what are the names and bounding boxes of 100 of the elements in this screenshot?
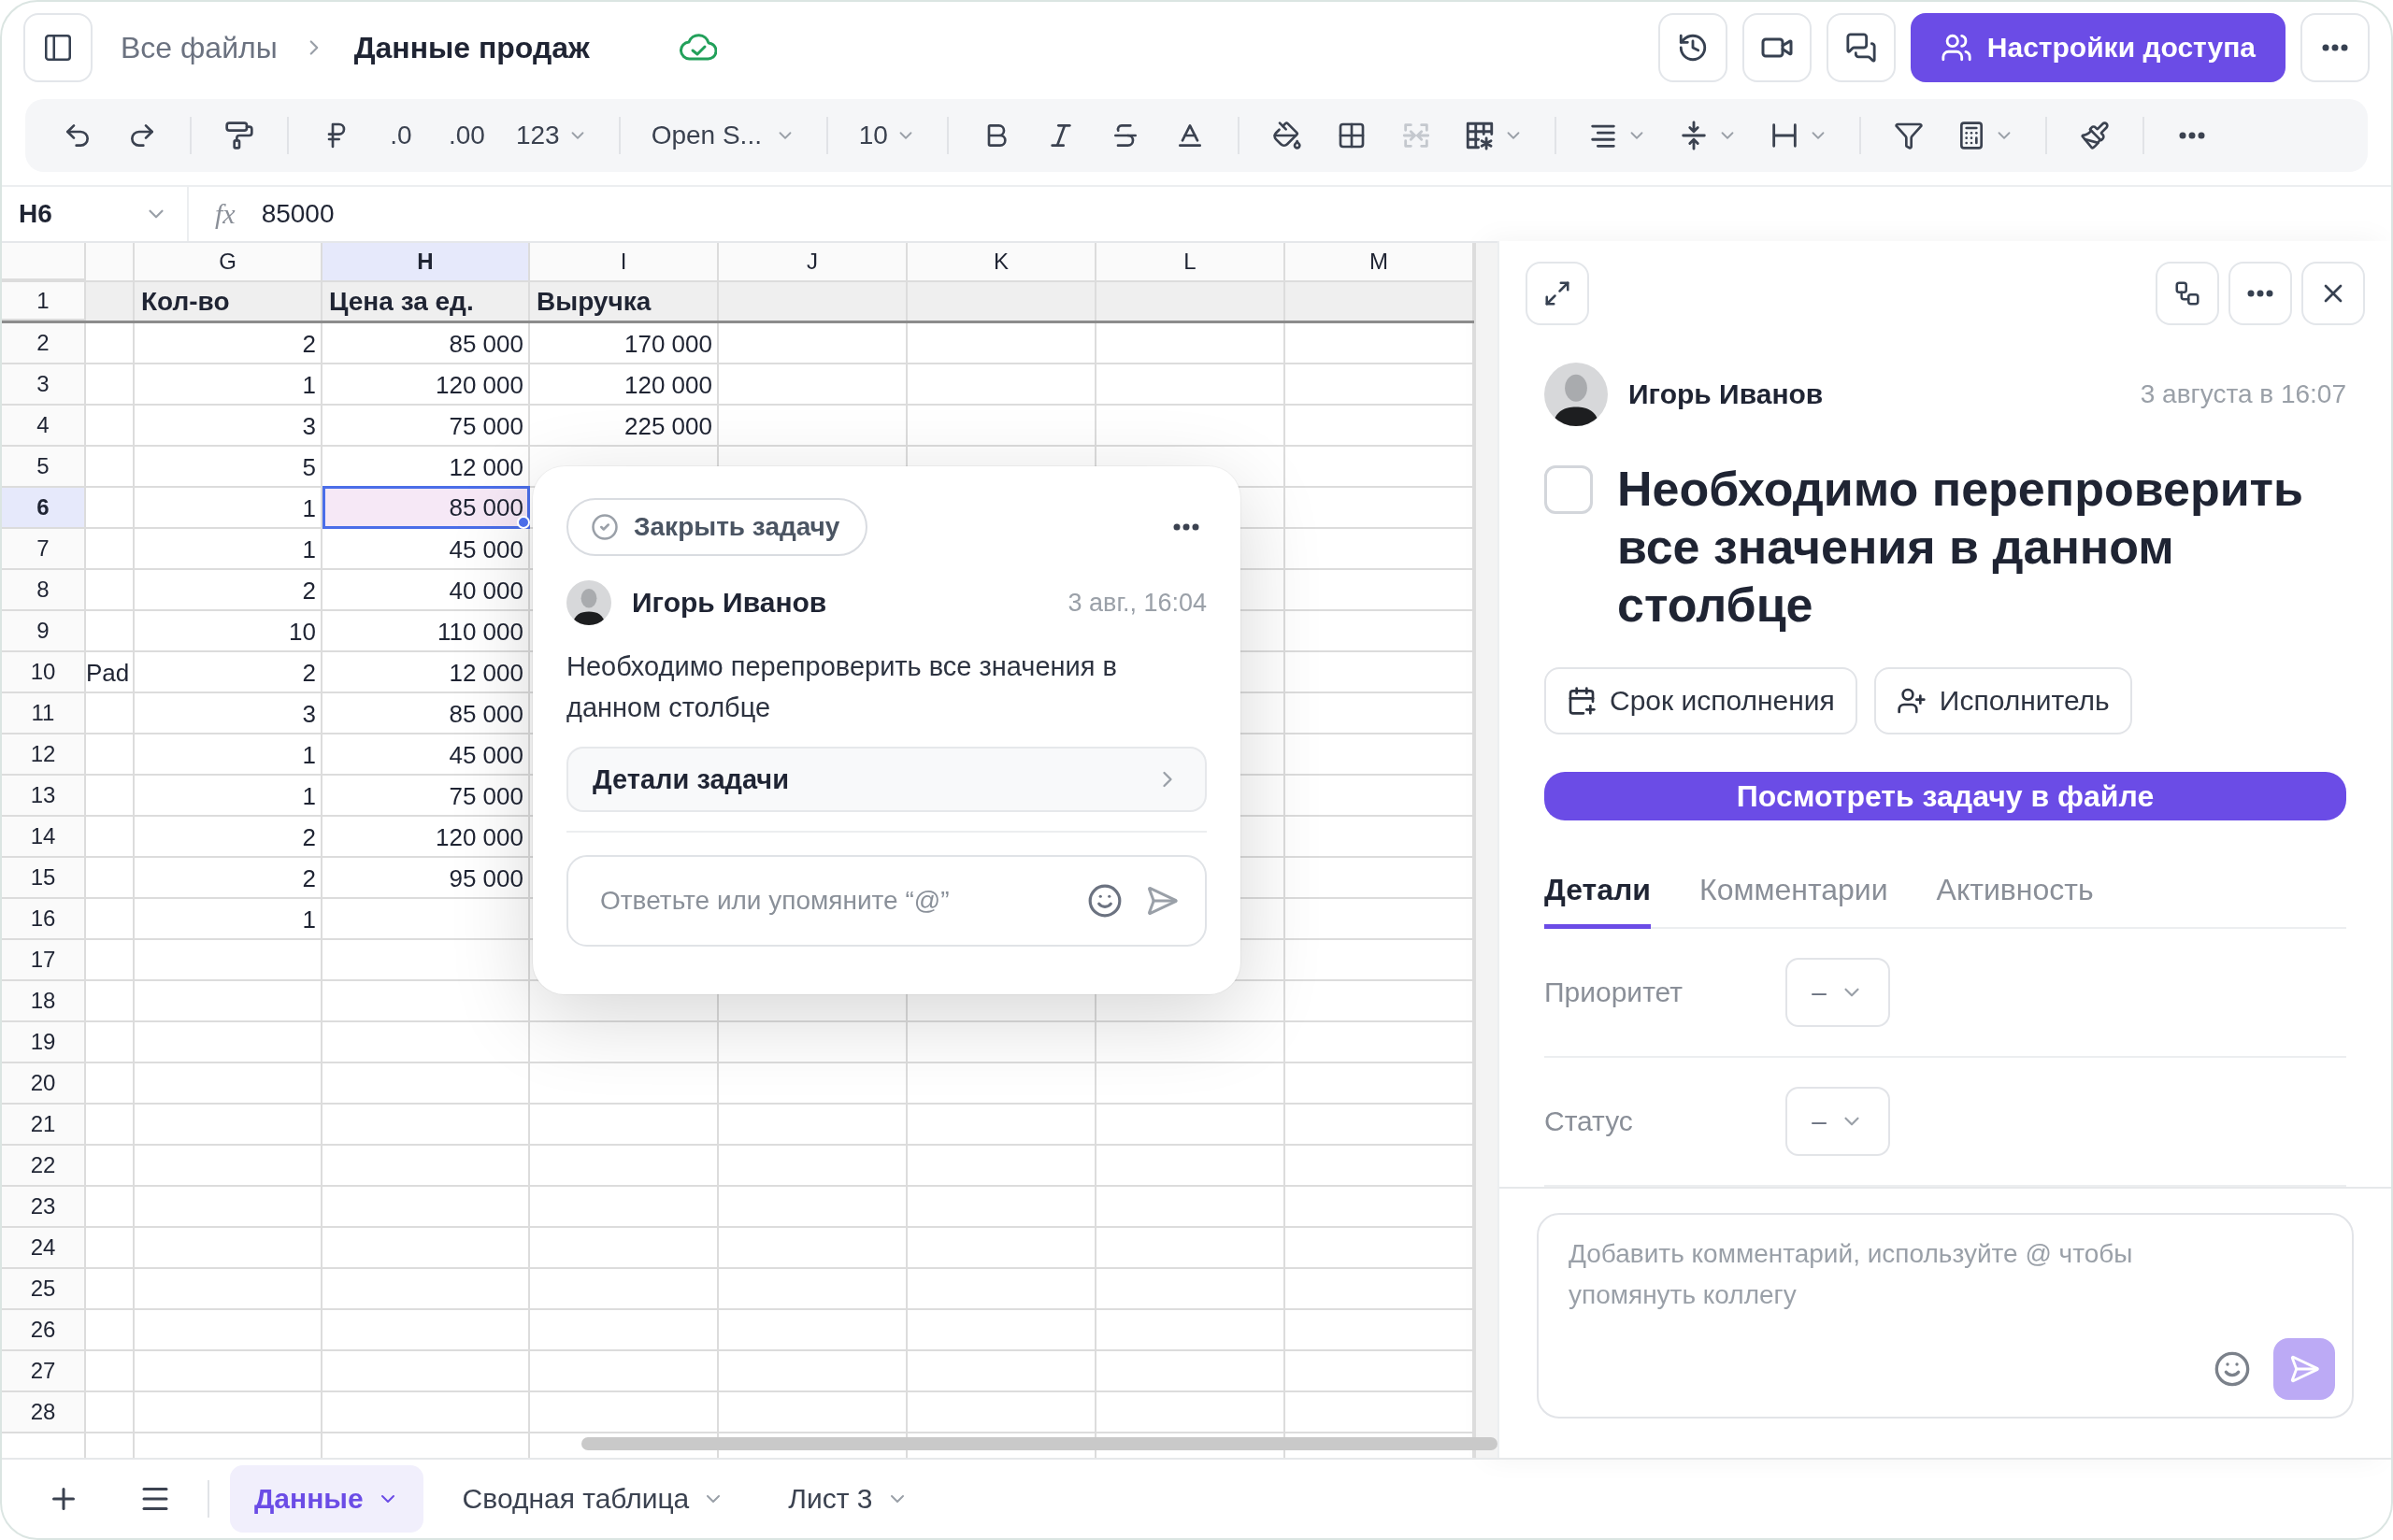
tab[interactable]: Детали xyxy=(1544,873,1652,929)
close-task-button[interactable]: Закрыть задачу xyxy=(566,498,868,556)
video-call-button[interactable] xyxy=(1741,13,1812,82)
author-name: Игорь Иванов xyxy=(632,587,827,619)
row-number[interactable]: 22 xyxy=(2,1146,86,1187)
row-number[interactable]: 26 xyxy=(2,1310,86,1351)
task-checkbox[interactable] xyxy=(1544,465,1593,514)
row-number[interactable]: 3 xyxy=(2,364,86,406)
row-number[interactable]: 27 xyxy=(2,1351,86,1392)
filter-icon xyxy=(1893,121,1924,150)
task-details-link[interactable]: Детали задачи xyxy=(566,747,1207,812)
table-cell: 40 000 xyxy=(449,576,523,606)
column-header[interactable]: J xyxy=(719,243,908,280)
row-number[interactable]: 15 xyxy=(2,858,86,899)
field-dropdown[interactable]: – xyxy=(1785,1087,1890,1156)
selected-cell[interactable]: 85 000 xyxy=(322,486,530,529)
row-number[interactable]: 9 xyxy=(2,611,86,652)
sheet-tab[interactable]: Данные xyxy=(230,1465,423,1533)
table-cell: 1 xyxy=(302,370,316,400)
table-cell: 1 xyxy=(302,905,316,934)
breadcrumb-link[interactable]: Все файлы xyxy=(121,30,278,65)
row-number[interactable]: 14 xyxy=(2,817,86,858)
table-cell: 120 000 xyxy=(436,370,523,400)
font-size-dropdown[interactable]: 10 xyxy=(851,109,924,162)
tree-icon xyxy=(2173,279,2201,307)
column-header[interactable]: L xyxy=(1096,243,1285,280)
column-title: Выручка xyxy=(537,286,652,317)
table-cell: 3 xyxy=(302,699,316,729)
more-button[interactable] xyxy=(2228,262,2292,325)
share-settings-button[interactable]: Настройки доступа xyxy=(1910,13,2286,82)
scrollbar[interactable] xyxy=(581,1437,1497,1450)
close-button[interactable] xyxy=(2301,262,2365,325)
row-number[interactable]: 16 xyxy=(2,899,86,940)
row-number[interactable]: 11 xyxy=(2,693,86,734)
row-number[interactable]: 23 xyxy=(2,1187,86,1228)
comment-field[interactable]: Добавить комментарий, используйте @ чтобы упомянуть коллегу xyxy=(1537,1213,2354,1419)
row-number[interactable]: 12 xyxy=(2,734,86,776)
column-header[interactable]: I xyxy=(530,243,719,280)
row-number[interactable]: 7 xyxy=(2,529,86,570)
row-number[interactable]: 21 xyxy=(2,1105,86,1146)
table-cell: 1 xyxy=(302,535,316,564)
table-cell: 170 000 xyxy=(624,329,712,359)
table-cell: 5 xyxy=(302,452,316,482)
row-number[interactable]: 20 xyxy=(2,1063,86,1105)
user-plus-icon xyxy=(1896,686,1927,716)
timestamp: 3 авг., 16:04 xyxy=(1068,588,1207,618)
fill-handle[interactable] xyxy=(517,516,530,529)
sidebar-icon xyxy=(42,32,74,64)
row-number[interactable]: 24 xyxy=(2,1228,86,1269)
row-number[interactable]: 2 xyxy=(2,323,86,364)
row-number[interactable]: 4 xyxy=(2,406,86,447)
row-number[interactable]: 19 xyxy=(2,1022,86,1063)
users-icon xyxy=(1940,32,1972,64)
paintbrush-icon xyxy=(2079,121,2110,150)
due-date-button[interactable]: Срок исполнения xyxy=(1544,667,1857,734)
formula-field[interactable]: 85000 xyxy=(261,199,335,229)
table-cell: 120 000 xyxy=(624,370,712,400)
table-cell: 2 xyxy=(302,576,316,606)
cell-name-box[interactable]: H6 xyxy=(2,187,189,241)
vertical-scrollbar[interactable] xyxy=(1474,243,1497,1458)
paint-bucket-icon xyxy=(1271,121,1302,150)
table-cell: 75 000 xyxy=(449,411,523,441)
smiley-icon xyxy=(1087,883,1123,919)
history-button[interactable] xyxy=(1657,13,1727,82)
number-format-dropdown[interactable]: 123 xyxy=(508,109,595,162)
row-number[interactable]: 6 xyxy=(2,488,86,529)
sheet-tab[interactable]: Сводная таблица xyxy=(437,1465,750,1533)
field-label: Статус xyxy=(1544,1105,1634,1137)
row-number[interactable]: 13 xyxy=(2,776,86,817)
sidebar-toggle-button[interactable] xyxy=(23,13,93,82)
increase-decimals-button[interactable]: .00 xyxy=(441,109,493,162)
author-name: Игорь Иванов xyxy=(1628,378,1824,410)
reply-field[interactable]: Ответьте или упомяните “@” xyxy=(566,855,1207,947)
assignee-button[interactable]: Исполнитель xyxy=(1873,667,2132,734)
comments-button[interactable] xyxy=(1826,13,1896,82)
font-dropdown[interactable]: Open S... xyxy=(643,109,803,162)
table-cell: 2 xyxy=(302,658,316,688)
view-task-button[interactable]: Посмотреть задачу в файле xyxy=(1544,772,2346,820)
row-number[interactable]: 8 xyxy=(2,570,86,611)
row-number[interactable]: 1 xyxy=(2,282,86,321)
more-icon xyxy=(1173,523,1199,531)
row-number[interactable]: 5 xyxy=(2,447,86,488)
row-number[interactable]: 28 xyxy=(2,1392,86,1433)
column-header[interactable]: H xyxy=(322,243,530,280)
row-number[interactable]: 25 xyxy=(2,1269,86,1310)
table-cell: Pad xyxy=(86,658,130,688)
table-cell: 12 000 xyxy=(449,452,523,482)
expand-button[interactable] xyxy=(1526,262,1589,325)
field-dropdown[interactable]: – xyxy=(1785,958,1890,1027)
column-header[interactable]: K xyxy=(908,243,1096,280)
subtasks-button[interactable] xyxy=(2156,262,2219,325)
row-number[interactable]: 18 xyxy=(2,981,86,1022)
row-number[interactable]: 10 xyxy=(2,652,86,693)
row-number[interactable]: 17 xyxy=(2,940,86,981)
table-cell: 95 000 xyxy=(449,863,523,893)
table-cell: 85 000 xyxy=(449,699,523,729)
avatar xyxy=(566,580,611,625)
decrease-decimals-button[interactable]: .0 xyxy=(377,109,425,162)
column-title: Цена за ед. xyxy=(329,286,474,317)
sheet-tab[interactable]: Лист 3 xyxy=(764,1465,933,1533)
